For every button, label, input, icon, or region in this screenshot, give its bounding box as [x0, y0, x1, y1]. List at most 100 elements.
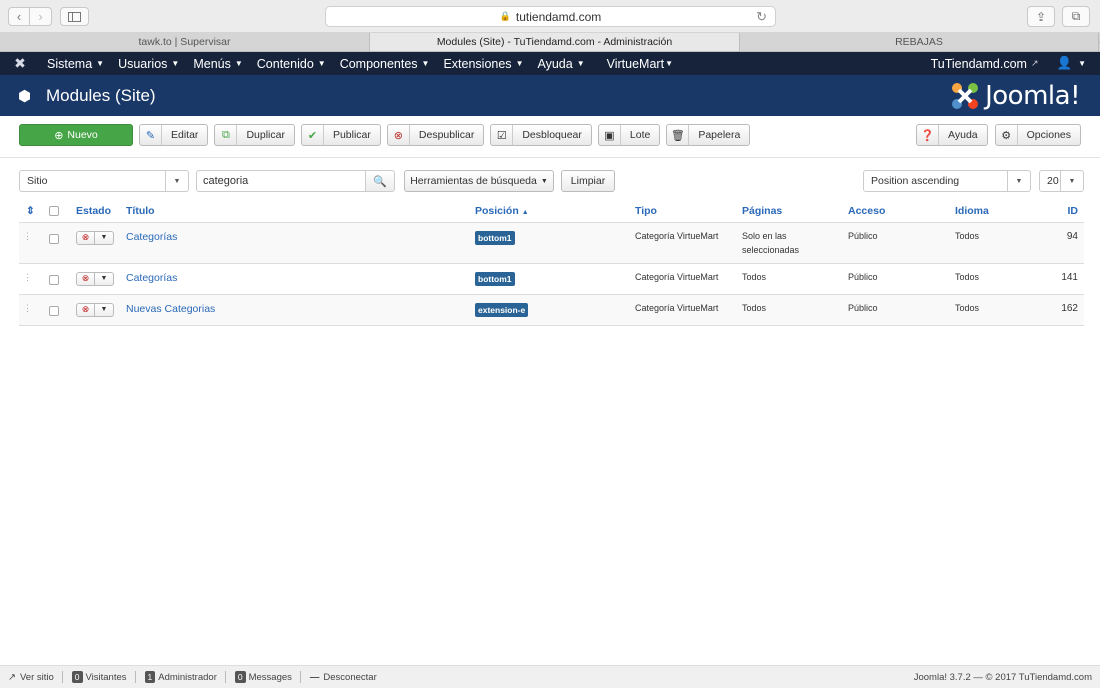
address-bar[interactable]: 🔒 tutiendamd.com ↻ — [325, 6, 776, 27]
row-select-cell — [49, 222, 76, 263]
caret-icon: ▼ — [665, 59, 673, 68]
menu-componentes[interactable]: Componentes▼ — [333, 57, 437, 71]
position-badge: extension-e — [475, 303, 528, 317]
chevron-down-icon: ▼ — [1007, 171, 1030, 191]
page-title: Modules (Site) — [46, 86, 156, 106]
user-menu[interactable]: 👤▼ — [1057, 56, 1087, 71]
unpublish-button[interactable]: ⊗Despublicar — [387, 124, 484, 146]
admin-item[interactable]: 1Administrador — [145, 671, 217, 683]
ordering-sort-icon[interactable]: ⇕ — [19, 200, 49, 222]
button-label: Herramientas de búsqueda — [410, 175, 537, 187]
joomla-x-icon[interactable]: ✖ — [0, 55, 40, 72]
tabs-overview-icon[interactable]: ⧉ — [1062, 6, 1090, 27]
menu-usuarios[interactable]: Usuarios▼ — [111, 57, 186, 71]
lock-icon: 🔒 — [500, 11, 511, 22]
header-title[interactable]: Título — [126, 200, 475, 222]
status-toggle[interactable]: ⊗▼ — [76, 231, 114, 245]
header-type[interactable]: Tipo — [635, 200, 742, 222]
trash-button[interactable]: 🗑Papelera — [666, 124, 750, 146]
drag-handle-icon[interactable]: ⋮ — [19, 294, 49, 325]
caret-icon: ▼ — [422, 59, 430, 68]
copy-icon: ⧉ — [215, 125, 237, 145]
pages-cell: Solo en las seleccionadas — [742, 222, 848, 263]
caret-icon[interactable]: ▼ — [95, 232, 113, 244]
access-cell: Público — [848, 263, 955, 294]
row-checkbox[interactable] — [49, 234, 59, 244]
row-checkbox[interactable] — [49, 275, 59, 285]
browser-tab[interactable]: REBAJAS — [740, 33, 1099, 51]
drag-handle-icon[interactable]: ⋮ — [19, 263, 49, 294]
back-button[interactable]: ‹ — [8, 7, 30, 26]
header-id[interactable]: ID — [1035, 200, 1084, 222]
browser-tab[interactable]: tawk.to | Supervisar — [0, 33, 370, 51]
header-language[interactable]: Idioma — [955, 200, 1035, 222]
caret-icon[interactable]: ▼ — [95, 304, 113, 316]
row-select-cell — [49, 263, 76, 294]
row-checkbox[interactable] — [49, 306, 59, 316]
sidebar-toggle-icon[interactable] — [60, 7, 89, 26]
view-site-link[interactable]: ↗Ver sitio — [8, 672, 54, 683]
id-cell: 141 — [1035, 263, 1084, 294]
browser-tab-active[interactable]: Modules (Site) - TuTiendamd.com - Admini… — [370, 33, 740, 51]
menu-label: Menús — [193, 57, 231, 71]
menu-extensiones[interactable]: Extensiones▼ — [436, 57, 530, 71]
publish-button[interactable]: ✔Publicar — [301, 124, 381, 146]
search-input[interactable]: categoria — [196, 170, 366, 192]
unpublished-icon[interactable]: ⊗ — [77, 232, 95, 244]
table-row: ⋮ ⊗▼ Categorías bottom1 Categoría Virtue… — [19, 222, 1084, 263]
admin-menu: ✖ Sistema▼ Usuarios▼ Menús▼ Contenido▼ C… — [0, 52, 1100, 75]
forward-button[interactable]: › — [30, 7, 52, 26]
module-title-link[interactable]: Categorías — [126, 231, 177, 243]
unpublished-icon[interactable]: ⊗ — [77, 304, 95, 316]
duplicate-button[interactable]: ⧉Duplicar — [214, 124, 295, 146]
messages-item[interactable]: 0Messages — [235, 671, 292, 683]
help-button[interactable]: ❓Ayuda — [916, 124, 988, 146]
menu-label: VirtueMart — [607, 57, 664, 71]
header-pages[interactable]: Páginas — [742, 200, 848, 222]
reload-icon[interactable]: ↻ — [756, 9, 767, 25]
logout-link[interactable]: —Desconectar — [310, 672, 377, 683]
caret-icon[interactable]: ▼ — [95, 273, 113, 285]
external-link-icon: ↗ — [1031, 58, 1039, 69]
edit-button[interactable]: ✎Editar — [139, 124, 208, 146]
module-title-link[interactable]: Categorías — [126, 272, 177, 284]
menu-contenido[interactable]: Contenido▼ — [250, 57, 333, 71]
nav-right: TuTiendamd.com ↗ 👤▼ — [931, 52, 1086, 75]
title-cell: Categorías — [126, 222, 475, 263]
check-icon: ✔ — [302, 125, 324, 145]
status-toggle[interactable]: ⊗▼ — [76, 272, 114, 286]
batch-button[interactable]: ▣Lote — [598, 124, 660, 146]
unpublished-icon[interactable]: ⊗ — [77, 273, 95, 285]
unlock-button[interactable]: ☑Desbloquear — [490, 124, 592, 146]
header-status[interactable]: Estado — [76, 200, 126, 222]
header-access[interactable]: Acceso — [848, 200, 955, 222]
table-header-row: ⇕ Estado Título Posición▲ Tipo Páginas A… — [19, 200, 1084, 222]
limit-select[interactable]: 20 ▼ — [1039, 170, 1084, 192]
share-icon[interactable]: ⇪ — [1027, 6, 1055, 27]
header-position[interactable]: Posición▲ — [475, 200, 635, 222]
new-button[interactable]: ⊕Nuevo — [19, 124, 133, 146]
select-all-cell — [49, 200, 76, 222]
ordering-select[interactable]: Position ascending ▼ — [863, 170, 1031, 192]
cube-icon: ⬢ — [18, 87, 33, 105]
select-all-checkbox[interactable] — [49, 206, 59, 216]
id-cell: 94 — [1035, 222, 1084, 263]
joomla-logo: Joomla! — [950, 81, 1080, 111]
options-button[interactable]: ⚙Opciones — [995, 124, 1081, 146]
clear-button[interactable]: Limpiar — [561, 170, 615, 192]
menu-ayuda[interactable]: Ayuda▼ — [530, 57, 591, 71]
status-toggle[interactable]: ⊗▼ — [76, 303, 114, 317]
menu-virtuemart[interactable]: VirtueMart▼ — [600, 57, 680, 71]
menu-menus[interactable]: Menús▼ — [186, 57, 249, 71]
status-bar: ↗Ver sitio 0Visitantes 1Administrador 0M… — [0, 665, 1100, 688]
drag-handle-icon[interactable]: ⋮ — [19, 222, 49, 263]
search-icon[interactable]: 🔍 — [365, 170, 395, 192]
search-tools-button[interactable]: Herramientas de búsqueda▼ — [404, 170, 554, 192]
unpublish-icon: ⊗ — [388, 125, 410, 145]
client-select[interactable]: Sitio ▼ — [19, 170, 189, 192]
visitors-item[interactable]: 0Visitantes — [72, 671, 127, 683]
access-cell: Público — [848, 222, 955, 263]
site-link[interactable]: TuTiendamd.com — [931, 57, 1027, 71]
module-title-link[interactable]: Nuevas Categorias — [126, 303, 215, 315]
menu-sistema[interactable]: Sistema▼ — [40, 57, 111, 71]
